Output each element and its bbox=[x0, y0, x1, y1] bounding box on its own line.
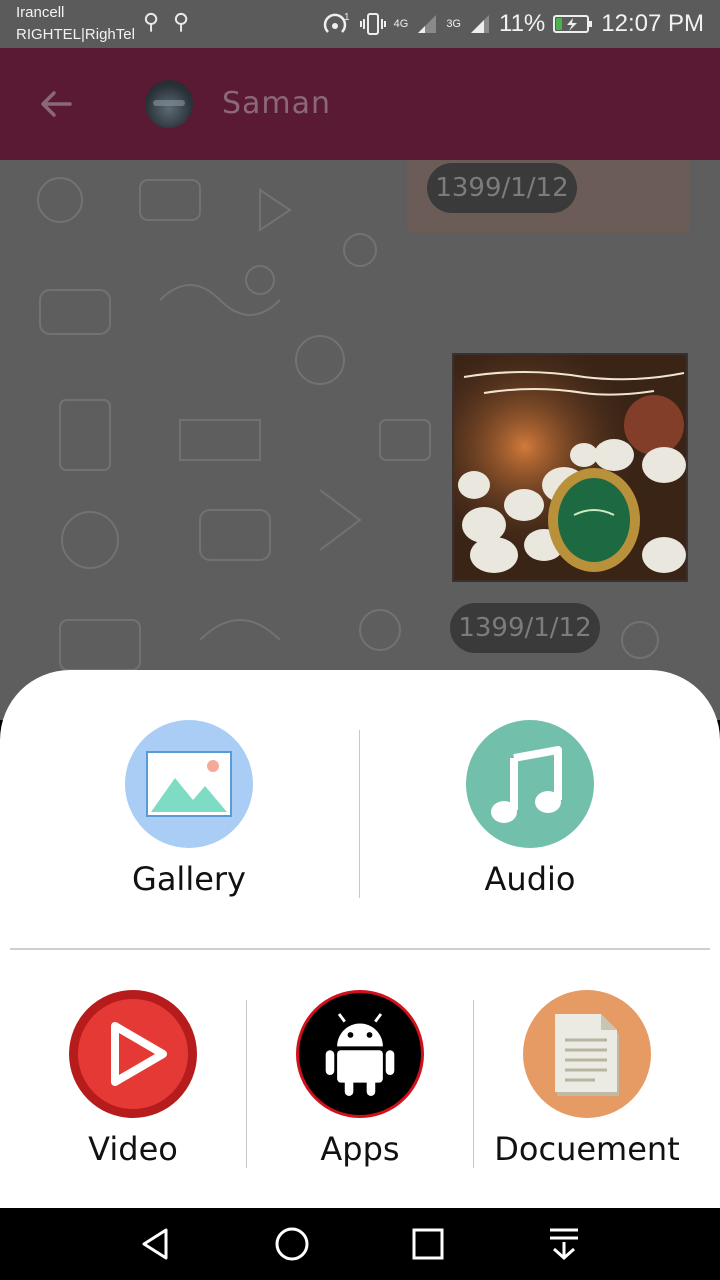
back-triangle-icon[interactable] bbox=[136, 1224, 176, 1264]
attachment-sheet: Gallery Audio Video Apps Docuement bbox=[0, 670, 720, 1208]
network-type-1: 4G bbox=[393, 18, 409, 30]
carrier-secondary: RIGHTEL|RighTel bbox=[16, 26, 135, 43]
home-circle-icon[interactable] bbox=[272, 1224, 312, 1264]
date-badge: 1399/1/12 bbox=[450, 603, 600, 653]
document-label[interactable]: Docuement bbox=[494, 1130, 679, 1168]
divider bbox=[359, 730, 360, 898]
arrow-left-icon[interactable] bbox=[36, 84, 76, 124]
network-type-2: 3G bbox=[446, 18, 461, 30]
gallery-label[interactable]: Gallery bbox=[132, 860, 246, 898]
vibrate-icon bbox=[359, 13, 386, 35]
gallery-button[interactable] bbox=[125, 720, 253, 848]
system-nav-bar bbox=[0, 1208, 720, 1280]
status-right: 1 4G 3G 11% 12:07 PM bbox=[322, 8, 704, 40]
divider bbox=[246, 1000, 247, 1168]
svg-text:1: 1 bbox=[344, 12, 350, 23]
apps-button[interactable] bbox=[296, 990, 424, 1118]
android-icon bbox=[325, 1013, 395, 1096]
audio-label[interactable]: Audio bbox=[485, 860, 576, 898]
hotspot-icon: 1 bbox=[323, 12, 350, 33]
gallery-icon bbox=[146, 751, 232, 817]
shrine-photo bbox=[454, 355, 686, 580]
audio-button[interactable] bbox=[466, 720, 594, 848]
divider bbox=[10, 948, 710, 950]
battery-percent: 11% bbox=[499, 10, 546, 37]
carrier-primary: Irancell bbox=[16, 4, 65, 21]
divider bbox=[473, 1000, 474, 1168]
video-button[interactable] bbox=[69, 990, 197, 1118]
image-message[interactable] bbox=[452, 353, 688, 582]
date-badge: 1399/1/12 bbox=[427, 163, 577, 213]
music-note-icon bbox=[491, 746, 562, 823]
signal-icon bbox=[418, 15, 437, 33]
usb-icon: ⚲ bbox=[143, 10, 160, 35]
recents-square-icon[interactable] bbox=[408, 1224, 448, 1264]
battery-charging-icon bbox=[553, 15, 593, 33]
apps-label[interactable]: Apps bbox=[320, 1130, 399, 1168]
signal-icon bbox=[471, 15, 489, 33]
status-bar: Irancell RIGHTEL|RighTel ⚲ ⚲ 1 4G 3G 11% bbox=[0, 0, 720, 48]
usb-icon: ⚲ bbox=[173, 10, 190, 35]
notification-pull-icon[interactable] bbox=[544, 1224, 584, 1264]
play-icon bbox=[78, 999, 188, 1109]
contact-name[interactable]: Saman bbox=[222, 86, 331, 121]
clock: 12:07 PM bbox=[601, 10, 704, 37]
chat-toolbar: Saman bbox=[0, 48, 720, 160]
video-label[interactable]: Video bbox=[88, 1130, 178, 1168]
avatar[interactable] bbox=[145, 80, 193, 128]
document-icon bbox=[555, 1014, 619, 1096]
chat-area: 1399/1/12 1399/1/12 bbox=[0, 160, 720, 720]
document-button[interactable] bbox=[523, 990, 651, 1118]
